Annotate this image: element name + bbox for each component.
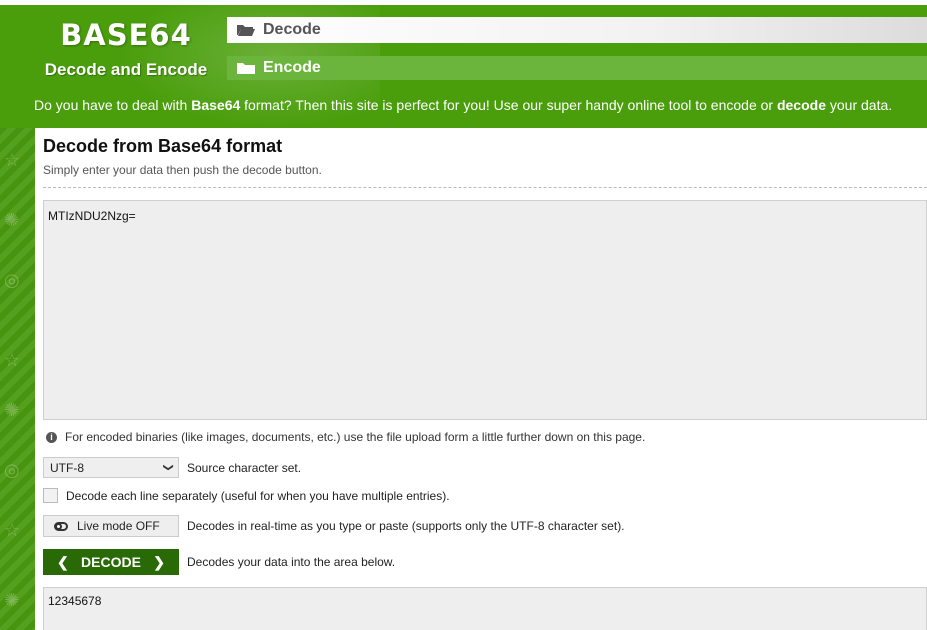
toggle-icon	[54, 521, 68, 531]
intro-bold-decode: decode	[776, 97, 826, 113]
chevron-down-icon: ❯	[162, 463, 174, 472]
logo-subtitle: Decode and Encode	[44, 60, 208, 79]
decode-button[interactable]: ❮ DECODE ❯	[43, 549, 179, 575]
nav-encode-tab[interactable]: Encode	[227, 56, 927, 80]
decode-description: Decodes your data into the area below.	[187, 555, 396, 569]
nav-encode-label: Encode	[263, 59, 321, 76]
divider	[43, 187, 927, 188]
intro-mid: format? Then this site is perfect for yo…	[240, 97, 777, 113]
folder-icon	[237, 63, 255, 74]
live-mode-row: Live mode OFF Decodes in real-time as yo…	[43, 515, 927, 537]
decode-button-label: DECODE	[81, 554, 141, 570]
intro-prefix: Do you have to deal with	[34, 97, 192, 113]
chevron-left-icon: ❮	[57, 553, 69, 570]
intro-text: Do you have to deal with Base64 format? …	[34, 97, 927, 113]
each-line-row: Decode each line separately (useful for …	[43, 488, 927, 503]
page-title: Decode from Base64 format	[43, 136, 283, 156]
charset-select[interactable]: UTF-8 ❯	[43, 457, 179, 478]
nav-decode-tab[interactable]: Decode	[227, 17, 927, 43]
charset-row: UTF-8 ❯ Source character set.	[43, 457, 927, 478]
info-text: For encoded binaries (like images, docum…	[65, 430, 646, 444]
site-header: BASE64 Decode and Encode Decode Encode D…	[0, 0, 927, 128]
decode-each-line-checkbox[interactable]	[43, 488, 58, 503]
intro-suffix: your data.	[825, 97, 893, 113]
decode-row: ❮ DECODE ❯ Decodes your data into the ar…	[43, 549, 927, 575]
site-logo[interactable]: BASE64 Decode and Encode	[36, 18, 216, 80]
decode-each-line-label[interactable]: Decode each line separately (useful for …	[66, 489, 450, 503]
folder-open-icon	[237, 25, 255, 36]
info-icon: i	[46, 431, 57, 443]
base64-input-textarea[interactable]: MTIzNDU2Nzg=	[43, 200, 927, 420]
charset-label: Source character set.	[187, 460, 302, 475]
live-mode-button[interactable]: Live mode OFF	[43, 515, 179, 537]
logo-title: BASE64	[60, 18, 192, 52]
intro-bold-base64: Base64	[191, 97, 241, 113]
charset-selected-value: UTF-8	[50, 460, 84, 475]
nav-decode-label: Decode	[263, 21, 321, 38]
info-note: i For encoded binaries (like images, doc…	[43, 430, 927, 444]
chevron-right-icon: ❯	[153, 553, 165, 570]
live-mode-description: Decodes in real-time as you type or past…	[187, 519, 625, 533]
main-panel: Decode from Base64 format Simply enter y…	[35, 128, 927, 630]
page-subtitle: Simply enter your data then push the dec…	[43, 163, 322, 177]
live-mode-label: Live mode OFF	[77, 519, 160, 533]
decoded-output-textarea[interactable]: 12345678	[43, 587, 927, 630]
